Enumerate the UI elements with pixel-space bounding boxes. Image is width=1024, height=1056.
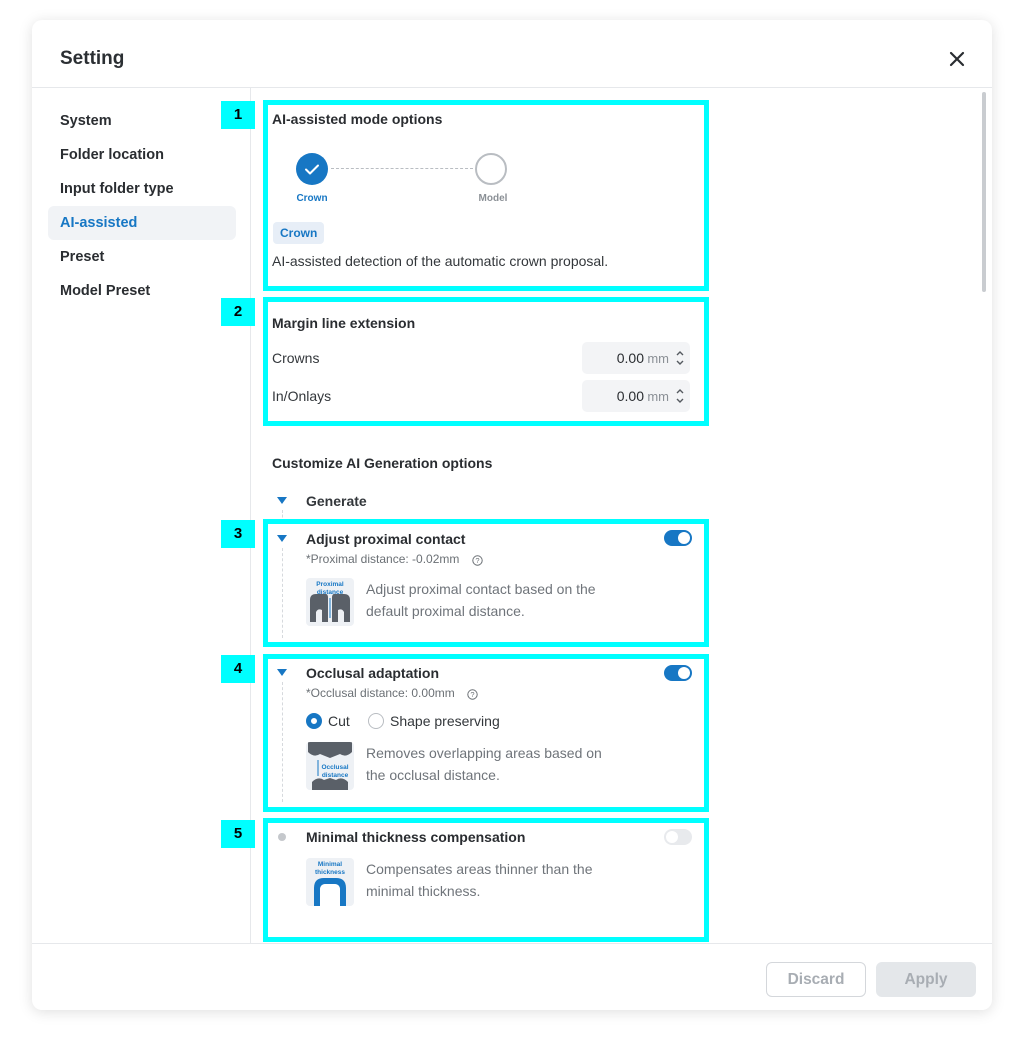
ai-mode-title: AI-assisted mode options	[272, 111, 443, 127]
radio-shape-preserving-label[interactable]: Shape preserving	[390, 713, 500, 729]
step-crown-check-icon[interactable]	[296, 153, 328, 185]
radio-cut[interactable]	[306, 713, 322, 729]
step-model-circle-icon[interactable]	[475, 153, 507, 185]
proximal-illustration: Proximal distance	[306, 578, 354, 626]
help-icon[interactable]: ?	[472, 553, 483, 566]
inonlays-value[interactable]: 0.00	[617, 388, 644, 404]
help-icon[interactable]: ?	[467, 687, 478, 700]
sidebar-item-ai-assisted[interactable]: AI-assisted	[48, 206, 236, 240]
annotation-badge-1: 1	[221, 101, 255, 129]
generate-expand-icon[interactable]	[277, 497, 287, 504]
radio-shape-preserving[interactable]	[368, 713, 384, 729]
sidebar-item-folder-location[interactable]: Folder location	[48, 138, 236, 172]
proximal-expand-icon[interactable]	[277, 535, 287, 542]
stepper-arrows-icon[interactable]	[675, 348, 685, 368]
close-icon[interactable]	[946, 48, 968, 70]
crowns-label: Crowns	[272, 350, 320, 366]
annotation-badge-2: 2	[221, 298, 255, 326]
sidebar-item-system[interactable]: System	[48, 104, 236, 138]
selected-mode-chip: Crown	[273, 222, 325, 244]
generate-label[interactable]: Generate	[306, 493, 367, 509]
proximal-distance-note: *Proximal distance: -0.02mm	[306, 552, 460, 566]
radio-cut-label[interactable]: Cut	[328, 713, 350, 729]
dialog-header: Setting	[32, 20, 992, 88]
sidebar-nav: System Folder location Input folder type…	[32, 88, 251, 944]
occlusal-thumb-caption: Occlusal distance	[321, 764, 349, 779]
sidebar-item-model-preset[interactable]: Model Preset	[48, 274, 236, 308]
minimal-desc-line1: Compensates areas thinner than the	[366, 861, 593, 877]
occlusal-title: Occlusal adaptation	[306, 665, 440, 681]
sidebar-item-input-folder-type[interactable]: Input folder type	[48, 172, 236, 206]
margin-title: Margin line extension	[272, 315, 416, 331]
proximal-desc-line2: default proximal distance.	[366, 603, 525, 619]
inonlays-unit: mm	[647, 389, 669, 404]
step-label-model: Model	[478, 193, 508, 204]
minimal-illustration: Minimal thickness	[306, 858, 354, 906]
dialog-footer: Discard Apply	[32, 943, 992, 1010]
annotation-badge-4: 4	[221, 655, 255, 683]
crowns-unit: mm	[647, 351, 669, 366]
step-connector	[331, 168, 473, 169]
customize-title: Customize AI Generation options	[272, 455, 493, 471]
occlusal-toggle[interactable]	[664, 665, 692, 681]
crowns-stepper[interactable]: 0.00 mm	[582, 342, 690, 374]
proximal-desc-line1: Adjust proximal contact based on the	[366, 581, 596, 597]
occlusal-desc-line1: Removes overlapping areas based on	[366, 745, 602, 761]
ai-mode-description: AI-assisted detection of the automatic c…	[272, 253, 609, 269]
dialog-title: Setting	[60, 48, 125, 69]
occlusal-distance-note: *Occlusal distance: 0.00mm	[306, 686, 455, 700]
discard-button[interactable]: Discard	[766, 962, 866, 997]
sidebar-item-preset[interactable]: Preset	[48, 240, 236, 274]
occlusal-expand-icon[interactable]	[277, 669, 287, 676]
minimal-bullet-icon	[278, 833, 286, 841]
minimal-title: Minimal thickness compensation	[306, 829, 526, 845]
crowns-value[interactable]: 0.00	[617, 350, 644, 366]
step-label-crown: Crown	[296, 193, 328, 204]
svg-text:?: ?	[475, 556, 479, 565]
proximal-title: Adjust proximal contact	[306, 531, 466, 547]
svg-text:?: ?	[470, 690, 474, 699]
occlusal-desc-line2: the occlusal distance.	[366, 767, 500, 783]
proximal-thumb-caption: Proximal distance	[316, 581, 344, 596]
minimal-toggle[interactable]	[664, 829, 692, 845]
content-scrollbar[interactable]	[982, 92, 986, 292]
stepper-arrows-icon[interactable]	[675, 386, 685, 406]
minimal-thumb-caption: Minimal thickness	[315, 861, 345, 876]
annotation-badge-3: 3	[221, 520, 255, 548]
minimal-desc-line2: minimal thickness.	[366, 883, 481, 899]
apply-button[interactable]: Apply	[876, 962, 976, 997]
inonlays-label: In/Onlays	[272, 388, 332, 404]
proximal-toggle[interactable]	[664, 530, 692, 546]
occlusal-illustration: Occlusal distance	[306, 742, 354, 790]
annotation-badge-5: 5	[221, 820, 255, 848]
inonlays-stepper[interactable]: 0.00 mm	[582, 380, 690, 412]
